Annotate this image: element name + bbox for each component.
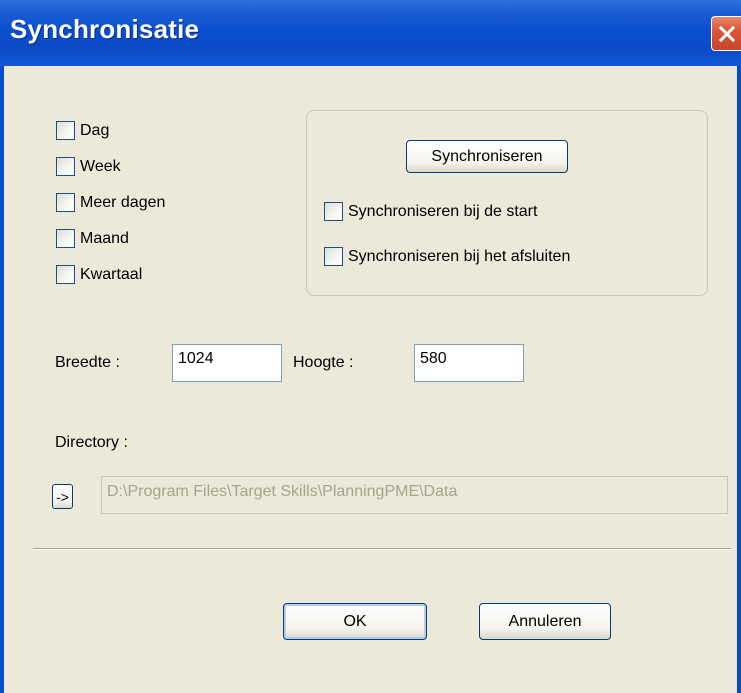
period-checkbox-maand[interactable] (56, 229, 75, 248)
period-option-kwartaal[interactable]: Kwartaal (56, 265, 142, 284)
window-title: Synchronisatie (10, 14, 200, 44)
directory-path-field[interactable]: D:\Program Files\Target Skills\PlanningP… (101, 476, 728, 514)
divider (33, 548, 731, 550)
sync-on-close-checkbox[interactable] (324, 247, 343, 266)
period-label-week: Week (80, 157, 121, 175)
sync-on-start-checkbox[interactable] (324, 202, 343, 221)
sync-on-close-option[interactable]: Synchroniseren bij het afsluiten (324, 247, 570, 266)
browse-directory-button[interactable]: -> (52, 484, 73, 509)
cancel-button[interactable]: Annuleren (479, 603, 611, 640)
window-frame-right (737, 66, 741, 693)
period-label-dag: Dag (80, 121, 110, 139)
period-label-maand: Maand (80, 229, 129, 247)
synchroniseren-button[interactable]: Synchroniseren (406, 140, 568, 173)
width-input[interactable]: 1024 (172, 344, 282, 382)
width-label: Breedte : (55, 354, 120, 371)
period-checkbox-dag[interactable] (56, 121, 75, 140)
window-frame-left (0, 66, 4, 693)
sync-on-start-option[interactable]: Synchroniseren bij de start (324, 202, 537, 221)
sync-on-start-label: Synchroniseren bij de start (348, 202, 538, 220)
period-option-maand[interactable]: Maand (56, 229, 129, 248)
period-option-week[interactable]: Week (56, 157, 121, 176)
title-bar[interactable]: Synchronisatie (0, 0, 741, 66)
directory-label: Directory : (55, 434, 128, 451)
period-checkbox-week[interactable] (56, 157, 75, 176)
sync-on-close-label: Synchroniseren bij het afsluiten (348, 247, 571, 265)
close-button[interactable] (711, 16, 741, 51)
height-label: Hoogte : (293, 354, 354, 371)
period-label-meer-dagen: Meer dagen (80, 193, 166, 211)
height-input[interactable]: 580 (414, 344, 524, 382)
period-checkbox-meer-dagen[interactable] (56, 193, 75, 212)
period-option-dag[interactable]: Dag (56, 121, 109, 140)
synchronisatie-dialog: Synchronisatie Dag Week Meer dagen Maand… (0, 0, 741, 693)
close-icon (718, 25, 736, 43)
period-label-kwartaal: Kwartaal (80, 265, 143, 283)
period-checkbox-kwartaal[interactable] (56, 265, 75, 284)
period-option-meer-dagen[interactable]: Meer dagen (56, 193, 165, 212)
ok-button[interactable]: OK (283, 603, 427, 640)
